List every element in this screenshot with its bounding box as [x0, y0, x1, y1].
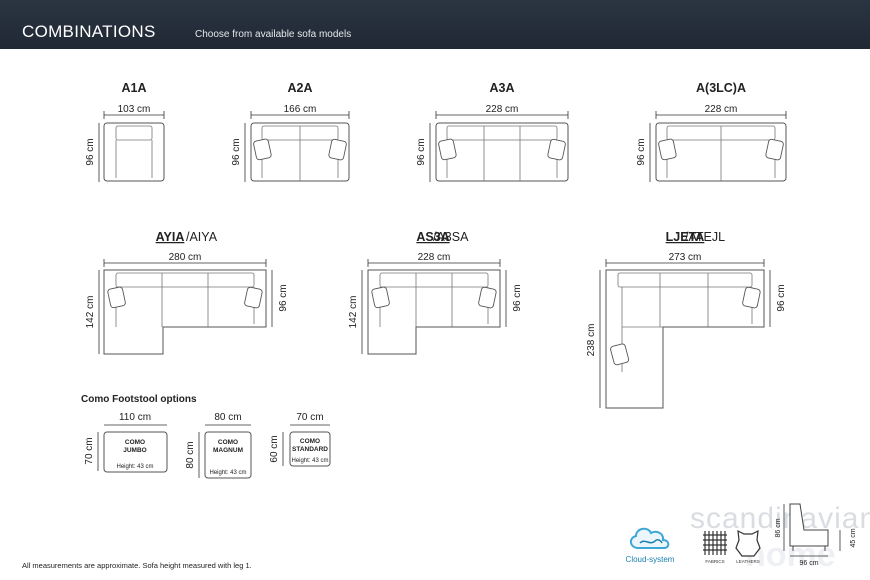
- height-label: 96 cm: [416, 138, 427, 165]
- sofa-a2a: A2A 166 cm 96 cm: [231, 81, 350, 182]
- footstool-name-line2: MAGNUM: [213, 447, 243, 454]
- sofa-name: AYIA: [156, 230, 185, 244]
- sofa-back-cushion: [446, 125, 558, 141]
- height-label: 96 cm: [231, 138, 242, 165]
- footstool-magnum: 80 cm 80 cm COMO MAGNUM Height: 43 cm: [185, 412, 252, 479]
- hide-icon: [735, 529, 761, 557]
- depth-label: 70 cm: [84, 437, 95, 464]
- depth-label: 142 cm: [348, 296, 359, 329]
- footstool-height: Height: 43 cm: [116, 464, 153, 470]
- width-label: 228 cm: [705, 104, 738, 115]
- combinations-diagram: .o{fill:none;stroke:#555;stroke-width:1;…: [22, 81, 870, 574]
- footstool-name-line1: COMO: [125, 439, 145, 446]
- side-depth-label: 96 cm: [799, 560, 818, 567]
- height-label: 96 cm: [85, 138, 96, 165]
- sofa-outline: [103, 122, 165, 182]
- sofa-back-cushion: [617, 272, 753, 288]
- height-label: 96 cm: [512, 284, 523, 311]
- side-seat-label: 45 cm: [850, 528, 857, 547]
- cloud-system-logo: Cloud-system: [626, 527, 675, 564]
- sofa-outline: [103, 269, 267, 355]
- pillow-icon: [371, 286, 390, 309]
- sofa-name: A(3LC)A: [696, 81, 746, 95]
- footstool-height: Height: 43 cm: [291, 458, 328, 464]
- pillow-icon: [765, 138, 784, 161]
- height-label: 96 cm: [776, 284, 787, 311]
- pillow-icon: [478, 286, 497, 309]
- sofa-outline: [367, 269, 501, 355]
- footstool-height: Height: 43 cm: [209, 470, 246, 476]
- width-label: 228 cm: [418, 252, 451, 263]
- height-label: 96 cm: [636, 138, 647, 165]
- height-label: 96 cm: [278, 284, 289, 311]
- sofa-name: A1A: [121, 81, 146, 95]
- fabrics-label: FABRICS: [705, 559, 724, 564]
- sofa-name: A2A: [287, 81, 312, 95]
- sofa-name-alt: /ATEJL: [685, 230, 725, 244]
- pillow-icon: [742, 286, 761, 309]
- footstool-name-line1: COMO: [300, 438, 320, 445]
- width-label: 228 cm: [486, 104, 519, 115]
- side-height-label: 86 cm: [775, 518, 782, 537]
- sofa-outline: [605, 269, 765, 409]
- leathers-label: LEATHERS: [736, 559, 759, 564]
- width-label: 80 cm: [214, 412, 241, 423]
- sofa-ayia: AYIA /AIYA 280 cm 142 cm 96 cm: [85, 230, 289, 355]
- depth-label: 80 cm: [185, 441, 196, 468]
- sofa-ljeta: LJETA /ATEJL 273 cm 238 cm 96 cm: [586, 230, 787, 409]
- width-label: 166 cm: [284, 104, 317, 115]
- footstool-name-line1: COMO: [218, 439, 238, 446]
- sofa-name-alt: /AIYA: [186, 230, 218, 244]
- footnote: All measurements are approximate. Sofa h…: [22, 561, 252, 570]
- width-label: 280 cm: [169, 252, 202, 263]
- sofa-a3a: A3A 228 cm 96 cm: [416, 81, 569, 182]
- pillow-icon: [610, 343, 630, 366]
- sofa-back-cushion: [115, 272, 255, 288]
- sofa-back-cushion: [379, 272, 489, 288]
- depth-label: 60 cm: [269, 435, 280, 462]
- pillow-icon: [244, 286, 263, 309]
- sofa-as3a: AS3A /A3SA 228 cm 142 cm 96 cm: [348, 230, 523, 355]
- leathers-icon: LEATHERS: [735, 529, 761, 564]
- pillow-icon: [107, 286, 126, 309]
- sofa-a1a: A1A 103 cm 96 cm: [85, 81, 165, 182]
- width-label: 110 cm: [119, 412, 151, 423]
- width-label: 273 cm: [669, 252, 702, 263]
- depth-label: 238 cm: [586, 324, 597, 357]
- footstool-jumbo: 110 cm 70 cm COMO JUMBO Height: 43 cm: [84, 412, 168, 473]
- cloud-label: Cloud-system: [626, 555, 675, 564]
- width-label: 70 cm: [296, 412, 323, 423]
- sofa-back-cushion: [115, 125, 153, 141]
- pillow-icon: [547, 138, 566, 161]
- pillow-icon: [438, 138, 457, 161]
- pillow-icon: [328, 138, 347, 161]
- sofa-a3lca: A(3LC)A 228 cm 96 cm: [636, 81, 787, 182]
- sofa-name: A3A: [489, 81, 514, 95]
- fabrics-icon: FABRICS: [703, 531, 727, 564]
- sofa-name-alt: /A3SA: [433, 230, 469, 244]
- footstool-name-line2: JUMBO: [123, 447, 146, 454]
- pillow-icon: [658, 138, 677, 161]
- footstool-heading: Como Footstool options: [81, 394, 197, 405]
- footstool-name-line2: STANDARD: [292, 446, 328, 453]
- footstool-standard: 70 cm 60 cm COMO STANDARD Height: 43 cm: [269, 412, 331, 467]
- cloud-icon: [630, 527, 670, 549]
- depth-label: 142 cm: [85, 296, 96, 329]
- width-label: 103 cm: [118, 104, 151, 115]
- pillow-icon: [253, 138, 272, 161]
